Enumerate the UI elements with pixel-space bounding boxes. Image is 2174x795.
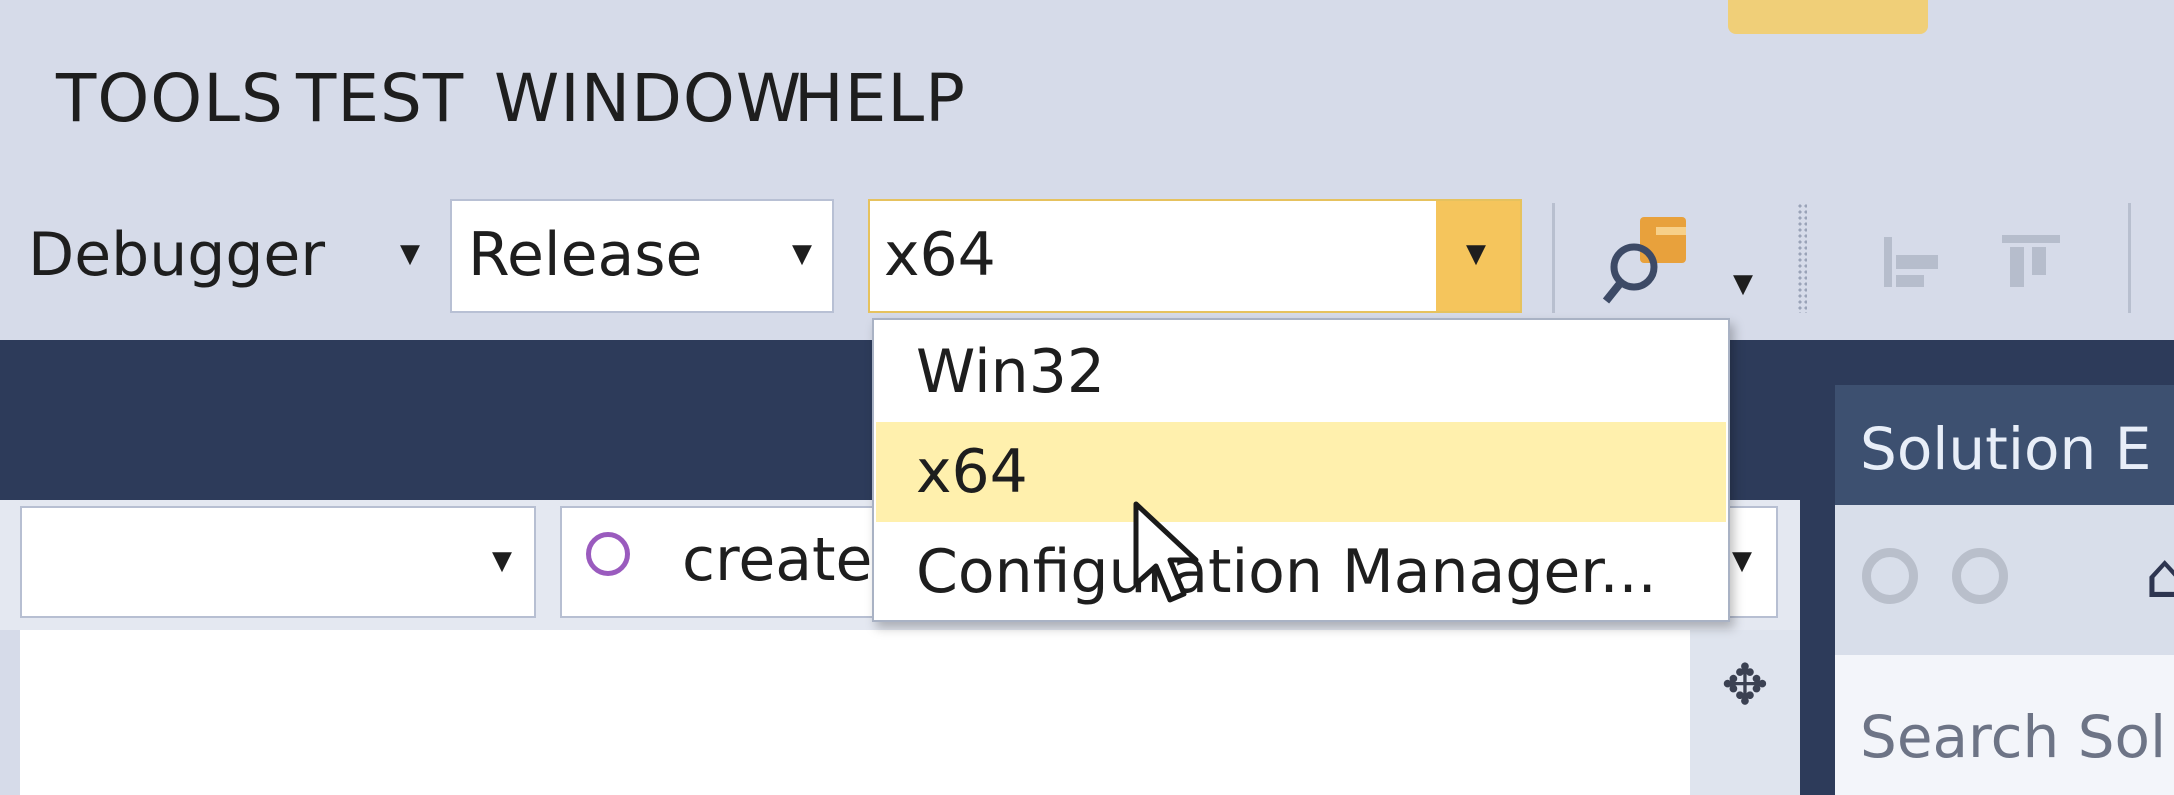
quick-launch-accent <box>1728 0 1928 34</box>
toolbar-grip[interactable] <box>1797 203 1807 313</box>
menu-help[interactable]: HELP <box>794 66 966 132</box>
forward-icon[interactable] <box>1952 548 2008 604</box>
debugger-dropdown-icon[interactable]: ▼ <box>400 241 420 267</box>
back-icon[interactable] <box>1862 548 1918 604</box>
menu-window[interactable]: WINDOW <box>494 66 802 132</box>
solution-configuration-value: Release <box>468 220 703 290</box>
menu-test[interactable]: TEST <box>296 66 464 132</box>
toolbar-separator <box>2128 203 2131 313</box>
solution-platform-value: x64 <box>884 220 996 290</box>
platform-dropdown-button[interactable]: ▼ <box>1436 201 1520 311</box>
dropdown-option-configuration-manager[interactable]: Configuration Manager... <box>876 522 1726 622</box>
code-editor[interactable] <box>20 630 1710 795</box>
solution-configuration-combo[interactable]: Release ▼ <box>450 199 834 313</box>
chevron-down-icon: ▼ <box>1466 239 1486 269</box>
align-top-icon[interactable] <box>1996 227 2066 297</box>
toolbar-overflow-icon[interactable]: ▼ <box>1733 271 1753 297</box>
type-scope-combo[interactable]: ▼ <box>20 506 536 618</box>
chevron-down-icon: ▼ <box>792 239 812 269</box>
solution-explorer-search-placeholder: Search Sol <box>1860 703 2167 771</box>
debugger-button[interactable]: Debugger <box>28 225 325 285</box>
menu-tools[interactable]: TOOLS <box>56 66 284 132</box>
menu-bar: TOOLS TEST WINDOW HELP <box>0 0 2174 175</box>
visual-studio-window: TOOLS TEST WINDOW HELP Debugger ▼ Releas… <box>0 0 2174 795</box>
dropdown-option-win32[interactable]: Win32 <box>876 322 1726 422</box>
splitter-icon[interactable]: ✥ <box>1710 650 1780 722</box>
standard-toolbar: Debugger ▼ Release ▼ x64 ▼ ▼ <box>0 175 2174 340</box>
mouse-cursor-icon <box>1133 501 1199 603</box>
member-combo-value: create <box>682 525 873 595</box>
chevron-down-icon: ▼ <box>492 546 512 576</box>
method-icon <box>586 532 630 576</box>
dropdown-option-x64[interactable]: x64 <box>876 422 1726 522</box>
platform-dropdown-list: Win32 x64 Configuration Manager... <box>872 318 1730 622</box>
solution-platform-combo[interactable]: x64 ▼ <box>868 199 1522 313</box>
toolbar-separator <box>1552 203 1555 313</box>
home-icon[interactable]: ⌂ <box>2145 545 2174 607</box>
align-left-icon[interactable] <box>1876 227 1946 297</box>
chevron-down-icon: ▼ <box>1732 546 1752 576</box>
find-in-files-icon[interactable] <box>1600 209 1700 309</box>
solution-explorer-title: Solution E <box>1860 415 2152 483</box>
